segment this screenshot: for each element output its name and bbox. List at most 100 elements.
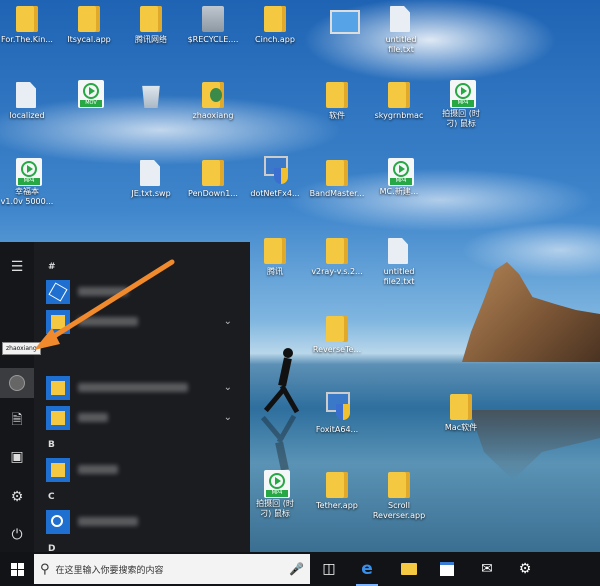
settings-gear-icon[interactable]: ⚙ [0,482,34,512]
chevron-down-icon: ⌄ [223,316,232,327]
folder-tile-icon [46,458,70,482]
desktop-icon[interactable]: MP4 拍摄回 (时 刁) 鼠标 [430,80,492,129]
file-icon [16,82,36,108]
power-icon[interactable]: ⏻ [0,520,34,550]
folder-icon [388,82,410,108]
search-icon: ⚲ [40,561,50,577]
desktop-icon[interactable]: skygrnbmac [368,82,430,121]
desktop-icon[interactable]: JE.txt.swp [120,160,182,199]
app-tile-icon [46,510,70,534]
runner-silhouette [263,348,301,418]
desktop-icon[interactable]: Mac软件 [430,394,492,433]
desktop-icon[interactable]: BandMaster... [306,160,368,199]
desktop-icon[interactable]: 腾讯网络 [120,6,182,45]
group-letter: B [48,440,55,450]
installer-icon [260,156,290,186]
desktop-icon[interactable]: MP4 幸福本 v1.0v 5000... [0,158,58,207]
microphone-icon[interactable]: 🎤 [289,562,304,576]
chevron-down-icon: ⌄ [223,382,232,393]
group-letter: C [48,492,55,502]
monitor-icon [330,10,360,34]
mp4-video-icon: MOV [78,80,104,108]
user-account-button[interactable] [0,368,34,398]
recycle-bin-icon [142,85,160,108]
file-icon [140,160,160,186]
folder-icon [326,316,348,342]
folder-icon [326,160,348,186]
app-list-item[interactable]: ⌄ [46,376,236,400]
mp4-video-icon: MP4 [388,158,414,186]
settings-gear-icon[interactable]: ⚙ [508,552,542,586]
desktop-icon[interactable]: Scroll Reverser.app [368,472,430,521]
folder-icon [388,472,410,498]
desktop-icon[interactable]: Itsycal.app [58,6,120,45]
installer-icon [322,392,352,422]
desktop-icon[interactable] [120,82,182,111]
start-menu-rail: ☰ 🗎 ▣ ⚙ ⏻ [0,242,34,552]
edge-browser-icon[interactable]: e [350,552,384,586]
folder-icon [264,238,286,264]
desktop-icon[interactable]: untitled file2.txt [368,238,430,287]
desktop-icon[interactable]: MOV [58,80,120,109]
folder-tile-icon [46,406,70,430]
desktop-icon[interactable]: 软件 [306,82,368,121]
desktop-icon[interactable]: MP4 MC.新建... [368,158,430,197]
folder-icon [264,6,286,32]
folder-icon [450,394,472,420]
start-menu[interactable]: ☰ 🗎 ▣ ⚙ ⏻ zhaoxiang # ⌄ ⌄ ⌄ B C D [0,242,250,554]
desktop-icon[interactable]: dotNetFx4... [244,156,306,199]
folder-icon [326,472,348,498]
user-avatar-icon [9,375,25,391]
desktop-icon[interactable]: localized [0,82,58,121]
desktop-icon[interactable]: FoxitA64... [306,392,368,435]
app-list-item[interactable]: ⌄ [46,310,236,334]
task-view-icon[interactable]: ◫ [312,552,346,586]
desktop-icon[interactable]: ReverseTe... [306,316,368,355]
taskbar: ⚲ 在这里输入你要搜索的内容 🎤 ◫ e ✉ ⚙ [0,552,600,586]
app-list-item[interactable] [46,458,236,482]
folder-icon [326,238,348,264]
desktop-icon[interactable]: 腾讯 [244,238,306,277]
chevron-down-icon: ⌄ [223,412,232,423]
app-list-item[interactable] [46,510,236,534]
desktop-icon[interactable]: PenDown1... [182,160,244,199]
desktop-icon[interactable]: zhaoxiang [182,82,244,121]
folder-icon [326,82,348,108]
taskbar-search-box[interactable]: ⚲ 在这里输入你要搜索的内容 🎤 [34,554,310,584]
folder-icon [202,160,224,186]
start-button[interactable] [0,552,34,586]
mp4-video-icon: MP4 [450,80,476,108]
pictures-icon[interactable]: ▣ [0,442,34,472]
desktop-icon[interactable]: MP4 拍摄回 (时 刁) 鼠标 [244,470,306,519]
hamburger-menu-icon[interactable]: ☰ [0,252,34,282]
sea-rock [462,262,600,362]
file-explorer-icon[interactable] [392,552,426,586]
folder-tile-icon [46,310,70,334]
app-list-item[interactable]: ⌄ [46,406,236,430]
text-file-icon [388,238,408,264]
folder-icon [140,6,162,32]
recycle-folder-icon [202,6,224,32]
store-icon[interactable] [430,552,464,586]
search-placeholder: 在这里输入你要搜索的内容 [55,565,164,576]
documents-icon[interactable]: 🗎 [0,406,34,436]
mp4-video-icon: MP4 [264,470,290,498]
text-file-icon [390,6,410,32]
desktop-icon[interactable]: For.The.Kin... [0,6,58,45]
desktop-icon[interactable]: $RECYCLE.... [182,6,244,45]
mail-icon[interactable]: ✉ [470,552,504,586]
mp4-video-icon: MP4 [16,158,42,186]
folder-icon [16,6,38,32]
desktop-icon[interactable]: v2ray-v.s.2... [306,238,368,277]
desktop-icon[interactable]: untitled file.txt [370,6,432,55]
windows-logo-icon [10,562,24,576]
folder-tile-icon [46,376,70,400]
app-list[interactable]: # ⌄ ⌄ ⌄ B C D [40,252,240,554]
app-tile-icon [46,280,70,304]
app-list-item[interactable] [46,280,236,304]
user-tooltip: zhaoxiang [2,342,41,355]
desktop-icon[interactable]: Cinch.app [244,6,306,45]
desktop-icon[interactable] [310,6,372,39]
group-letter: # [48,262,56,272]
desktop-icon[interactable]: Tether.app [306,472,368,511]
